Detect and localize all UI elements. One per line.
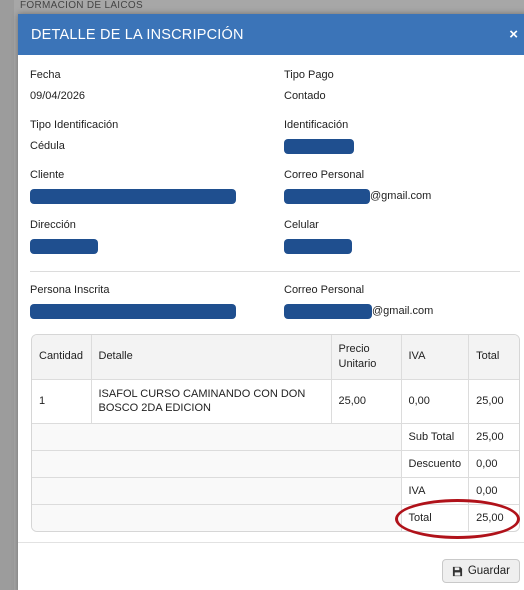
celular-field: Celular [284,219,524,269]
total-label: Total [401,504,470,531]
persona-correo-domain: @gmail.com [372,305,434,317]
correo-redacted-value [284,188,370,204]
persona-inscrita-field: Persona Inscrita [30,284,284,328]
celular-redacted-value [284,238,352,254]
save-button[interactable]: Guardar [441,559,520,583]
fecha-value: 09/04/2026 [30,90,86,102]
details-grid: Fecha 09/04/2026 Tipo Pago Contado Tipo … [30,69,520,269]
col-header-iva: IVA [401,335,470,380]
direccion-field: Dirección [30,219,284,269]
col-header-precio: Precio Unitario [331,335,402,380]
total-row: Total 25,00 [32,504,519,531]
cell-iva: 0,00 [401,379,470,424]
table-row: 1 ISAFOL CURSO CAMINANDO CON DON BOSCO 2… [32,379,519,424]
cell-cantidad: 1 [32,379,92,424]
persona-correo-field: Correo Personal @gmail.com [284,284,524,328]
iva-summary-value: 0,00 [468,477,519,505]
descuento-row: Descuento 0,00 [32,450,519,478]
cliente-label: Cliente [30,169,65,181]
background-left-strip [0,0,14,590]
modal-header: DETALLE DE LA INSCRIPCIÓN × [18,14,524,55]
correo-domain: @gmail.com [370,190,432,202]
tipo-identificacion-field: Tipo Identificación Cédula [30,119,284,169]
col-header-detalle: Detalle [91,335,332,380]
modal-body: Fecha 09/04/2026 Tipo Pago Contado Tipo … [18,55,524,532]
tipo-pago-field: Tipo Pago Contado [284,69,524,119]
direccion-redacted-value [30,238,98,254]
close-icon[interactable]: × [509,26,518,43]
persona-correo-redacted-value [284,303,372,319]
celular-label: Celular [284,219,319,231]
persona-inscrita-label: Persona Inscrita [30,284,110,296]
modal-title: DETALLE DE LA INSCRIPCIÓN [31,26,244,43]
fecha-field: Fecha 09/04/2026 [30,69,284,119]
tipo-pago-label: Tipo Pago [284,69,334,81]
cliente-field: Cliente [30,169,284,219]
section-divider [30,271,520,272]
persona-correo-label: Correo Personal [284,284,365,296]
col-header-cantidad: Cantidad [32,335,92,380]
correo-personal-field: Correo Personal @gmail.com [284,169,524,219]
cell-detalle: ISAFOL CURSO CAMINANDO CON DON BOSCO 2DA… [91,379,332,424]
iva-row: IVA 0,00 [32,477,519,505]
iva-summary-label: IVA [401,477,470,505]
background-page-title: FORMACION DE LAICOS [20,0,143,11]
direccion-label: Dirección [30,219,76,231]
floppy-disk-icon [452,566,462,576]
subtotal-row: Sub Total 25,00 [32,423,519,451]
cell-precio: 25,00 [331,379,402,424]
persona-inscrita-redacted-value [30,303,236,319]
identificacion-redacted-value [284,138,354,154]
correo-personal-label: Correo Personal [284,169,365,181]
modal-footer: Guardar [18,542,524,590]
cliente-redacted-value [30,188,236,204]
save-button-label: Guardar [467,565,510,577]
identificacion-field: Identificación [284,119,524,169]
detail-table: Cantidad Detalle Precio Unitario IVA Tot… [31,334,520,532]
descuento-value: 0,00 [468,450,519,478]
tipo-pago-value: Contado [284,90,326,102]
descuento-label: Descuento [401,450,470,478]
fecha-label: Fecha [30,69,61,81]
tipo-identificacion-value: Cédula [30,140,65,152]
identificacion-label: Identificación [284,119,349,131]
subtotal-label: Sub Total [401,423,470,451]
inscription-detail-modal: DETALLE DE LA INSCRIPCIÓN × Fecha 09/04/… [18,14,524,590]
col-header-total: Total [468,335,519,380]
cell-total: 25,00 [468,379,519,424]
total-value: 25,00 [476,511,504,524]
subtotal-value: 25,00 [468,423,519,451]
enrolled-person-grid: Persona Inscrita Correo Personal @gmail.… [30,284,520,328]
tipo-identificacion-label: Tipo Identificación [30,119,119,131]
